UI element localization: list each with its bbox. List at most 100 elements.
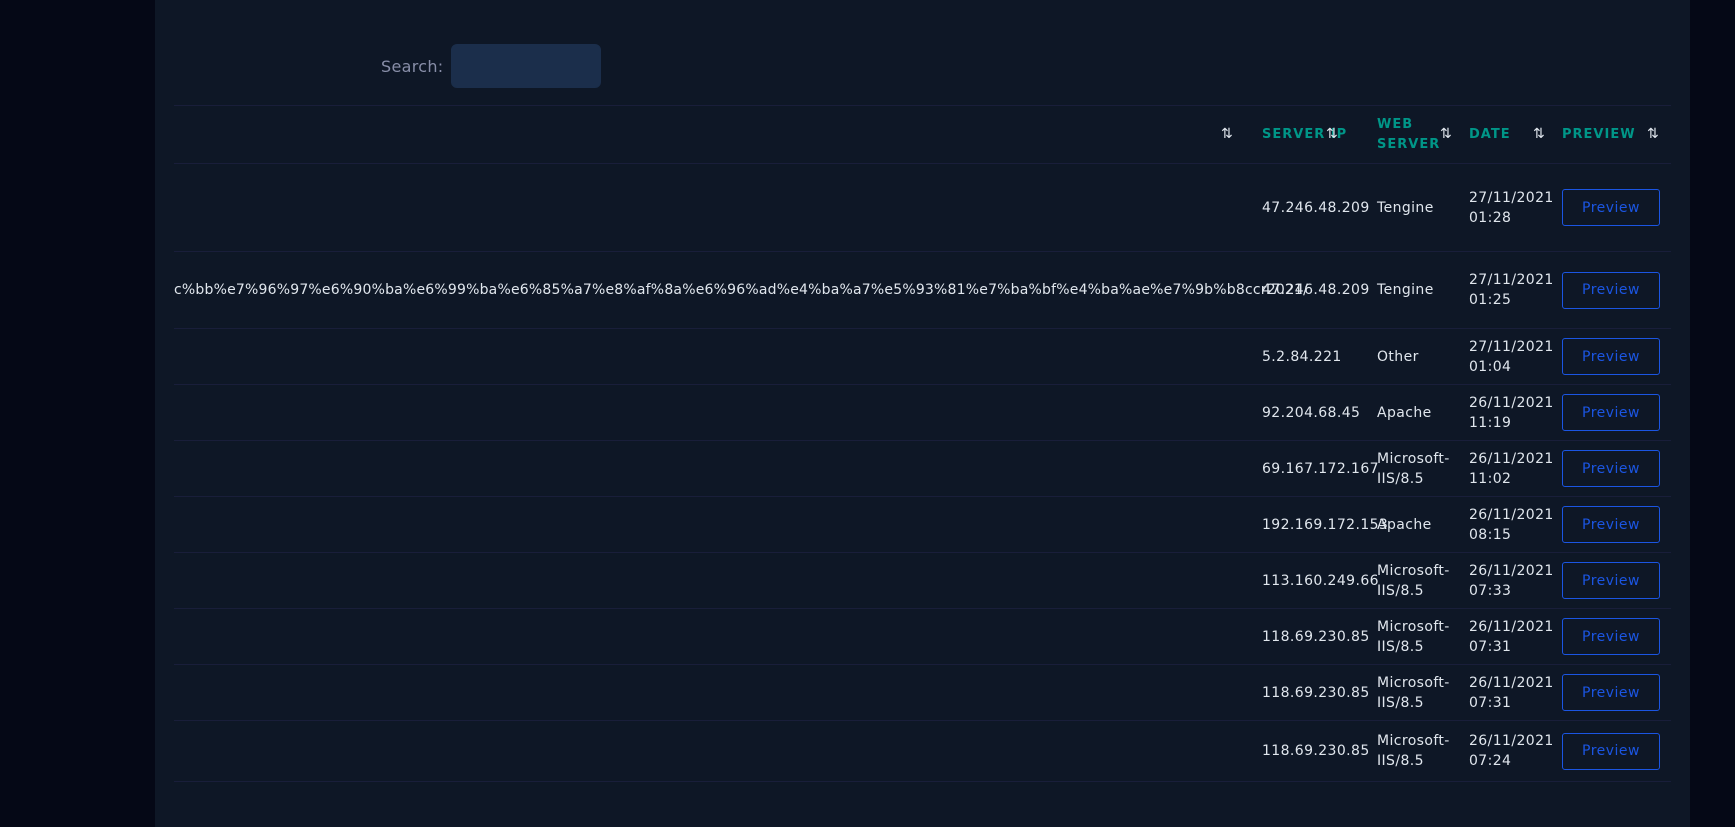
- table-row: 5.2.84.221 Other 27/11/2021 01:04 Preview: [174, 329, 1671, 385]
- server-ip-cell: 5.2.84.221: [1262, 348, 1342, 365]
- date-value: 27/11/2021: [1469, 338, 1554, 355]
- preview-button[interactable]: Preview: [1562, 271, 1660, 309]
- server-ip-cell: 118.69.230.85: [1262, 743, 1370, 759]
- time-value: 07:24: [1469, 753, 1512, 769]
- date-text: 26/11/2021 11:19: [1469, 393, 1554, 433]
- preview-button[interactable]: Preview: [1562, 338, 1660, 375]
- table-row: 69.167.172.167 Microsoft- IIS/8.5 26/11/2…: [174, 441, 1671, 497]
- date-cell: 26/11/2021 07:31: [1469, 609, 1554, 664]
- date-cell: 26/11/2021 11:02: [1469, 441, 1554, 496]
- time-value: 11:02: [1469, 470, 1512, 487]
- date-value: 27/11/2021: [1469, 272, 1554, 288]
- web-server-cell: Microsoft- IIS/8.5: [1377, 450, 1450, 487]
- preview-button[interactable]: Preview: [1562, 394, 1660, 431]
- table-row: 113.160.249.66 Microsoft- IIS/8.5 26/11/2…: [174, 553, 1671, 609]
- date-text: 26/11/2021 11:02: [1469, 449, 1554, 489]
- table-row: 118.69.230.85 Microsoft- IIS/8.5 26/11/20…: [174, 721, 1671, 782]
- table-row: 92.204.68.45 Apache 26/11/2021 11:19 Prev…: [174, 385, 1671, 441]
- server-ip-cell: 192.169.172.153: [1262, 516, 1389, 533]
- table-row: 47.246.48.209 Tengine 27/11/2021 01:28 Pr…: [174, 164, 1671, 252]
- date-text: 26/11/2021 07:33: [1469, 561, 1554, 601]
- preview-cell: Preview: [1562, 329, 1660, 384]
- web-server-cell: Microsoft- IIS/8.5: [1377, 733, 1450, 769]
- server-ip-cell: 69.167.172.167: [1262, 460, 1379, 477]
- sort-icon[interactable]: ⇅: [1533, 126, 1545, 142]
- search-row: Search:: [381, 44, 602, 88]
- server-ip-cell: 92.204.68.45: [1262, 404, 1361, 421]
- preview-cell: Preview: [1562, 609, 1660, 664]
- time-value: 11:19: [1469, 414, 1512, 431]
- preview-cell: Preview: [1562, 553, 1660, 608]
- sort-icon[interactable]: ⇅: [1221, 126, 1233, 142]
- date-value: 26/11/2021: [1469, 562, 1554, 579]
- preview-cell: Preview: [1562, 252, 1660, 328]
- web-server-cell: Tengine: [1377, 199, 1434, 216]
- table-row: c%bb%e7%96%97%e6%90%ba%e6%99%ba%e6%85%a7…: [174, 252, 1671, 329]
- server-ip-cell: 113.160.249.66: [1262, 572, 1379, 589]
- time-value: 07:31: [1469, 638, 1512, 655]
- main-panel: Search: ⇅ SERVER IP ⇅ WEB SERVER ⇅ DATE …: [155, 0, 1690, 827]
- preview-button[interactable]: Preview: [1562, 732, 1660, 770]
- time-value: 01:28: [1469, 209, 1512, 226]
- column-header-date[interactable]: DATE: [1469, 106, 1511, 163]
- web-server-cell: Microsoft- IIS/8.5: [1377, 562, 1450, 599]
- web-server-cell: Apache: [1377, 404, 1432, 421]
- date-value: 26/11/2021: [1469, 394, 1554, 411]
- date-text: 26/11/2021 07:31: [1469, 673, 1554, 713]
- preview-cell: Preview: [1562, 385, 1660, 440]
- preview-cell: Preview: [1562, 665, 1660, 720]
- date-cell: 26/11/2021 07:24: [1469, 721, 1554, 781]
- server-ip-cell: 47.246.48.209: [1262, 282, 1370, 298]
- table-row: 118.69.230.85 Microsoft- IIS/8.5 26/11/20…: [174, 665, 1671, 721]
- date-text: 26/11/2021 07:24: [1469, 731, 1554, 771]
- preview-button[interactable]: Preview: [1562, 450, 1660, 487]
- date-value: 27/11/2021: [1469, 189, 1554, 206]
- column-header-web-server[interactable]: WEB SERVER: [1377, 106, 1439, 163]
- preview-button[interactable]: Preview: [1562, 618, 1660, 655]
- table-header: ⇅ SERVER IP ⇅ WEB SERVER ⇅ DATE ⇅ PREVIE…: [174, 105, 1671, 164]
- preview-cell: Preview: [1562, 721, 1660, 781]
- table-row: 118.69.230.85 Microsoft- IIS/8.5 26/11/20…: [174, 609, 1671, 665]
- date-cell: 26/11/2021 07:31: [1469, 665, 1554, 720]
- date-cell: 27/11/2021 01:28: [1469, 164, 1554, 251]
- sort-icon[interactable]: ⇅: [1326, 126, 1338, 142]
- time-value: 07:33: [1469, 582, 1512, 599]
- date-text: 26/11/2021 08:15: [1469, 505, 1554, 545]
- time-value: 01:25: [1469, 292, 1512, 308]
- preview-button[interactable]: Preview: [1562, 189, 1660, 226]
- date-text: 26/11/2021 07:31: [1469, 617, 1554, 657]
- date-text: 27/11/2021 01:04: [1469, 337, 1554, 377]
- time-value: 08:15: [1469, 526, 1512, 543]
- column-header-preview[interactable]: PREVIEW: [1562, 106, 1636, 163]
- preview-cell: Preview: [1562, 441, 1660, 496]
- date-value: 26/11/2021: [1469, 450, 1554, 467]
- search-input[interactable]: [451, 44, 602, 88]
- sort-icon[interactable]: ⇅: [1440, 126, 1452, 142]
- date-cell: 26/11/2021 07:33: [1469, 553, 1554, 608]
- sort-icon[interactable]: ⇅: [1647, 126, 1659, 142]
- date-value: 26/11/2021: [1469, 618, 1554, 635]
- web-server-cell: Microsoft- IIS/8.5: [1377, 618, 1450, 655]
- server-ip-cell: 118.69.230.85: [1262, 684, 1370, 701]
- server-ip-cell: 47.246.48.209: [1262, 199, 1370, 216]
- date-value: 26/11/2021: [1469, 506, 1554, 523]
- date-value: 26/11/2021: [1469, 733, 1554, 749]
- date-cell: 26/11/2021 11:19: [1469, 385, 1554, 440]
- date-cell: 27/11/2021 01:04: [1469, 329, 1554, 384]
- web-server-cell: Apache: [1377, 516, 1432, 533]
- preview-button[interactable]: Preview: [1562, 506, 1660, 543]
- time-value: 01:04: [1469, 358, 1512, 375]
- preview-button[interactable]: Preview: [1562, 562, 1660, 599]
- date-text: 27/11/2021 01:28: [1469, 188, 1554, 228]
- time-value: 07:31: [1469, 694, 1512, 711]
- web-server-cell: Tengine: [1377, 282, 1434, 298]
- url-cell: c%bb%e7%96%97%e6%90%ba%e6%99%ba%e6%85%a7…: [174, 282, 1309, 298]
- preview-button[interactable]: Preview: [1562, 674, 1660, 711]
- date-value: 26/11/2021: [1469, 674, 1554, 691]
- web-server-cell: Other: [1377, 348, 1419, 365]
- date-cell: 26/11/2021 08:15: [1469, 497, 1554, 552]
- date-cell: 27/11/2021 01:25: [1469, 252, 1554, 328]
- table-row: 192.169.172.153 Apache 26/11/2021 08:15 P…: [174, 497, 1671, 553]
- server-ip-cell: 118.69.230.85: [1262, 628, 1370, 645]
- date-text: 27/11/2021 01:25: [1469, 270, 1554, 310]
